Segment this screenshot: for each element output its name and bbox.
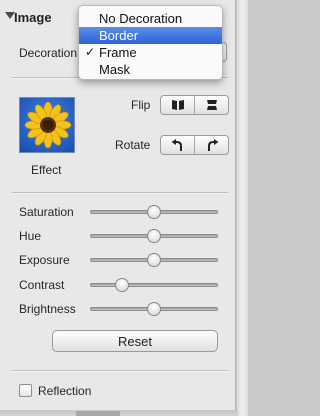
effect-label: Effect	[31, 163, 62, 177]
slider-knob[interactable]	[147, 229, 161, 243]
hue-slider[interactable]	[90, 228, 218, 244]
flip-vertical-icon	[206, 100, 217, 110]
checkmark-icon: ✓	[85, 45, 96, 59]
flip-horizontal-button[interactable]	[161, 96, 194, 114]
menu-item-no-decoration[interactable]: No Decoration	[79, 10, 222, 27]
decoration-menu: No Decoration Border ✓ Frame Mask	[78, 5, 223, 80]
divider	[12, 192, 228, 194]
slider-knob[interactable]	[115, 278, 129, 292]
reflection-checkbox[interactable]	[19, 384, 32, 397]
bottom-tab[interactable]	[76, 411, 120, 416]
contrast-label: Contrast	[19, 278, 65, 292]
rotate-label: Rotate	[115, 138, 151, 152]
decoration-label: Decoration	[19, 46, 78, 60]
brightness-label: Brightness	[19, 302, 76, 316]
contrast-slider[interactable]	[90, 277, 218, 293]
exposure-label: Exposure	[19, 253, 70, 267]
flip-horizontal-icon	[171, 100, 184, 110]
rotate-right-icon	[207, 138, 218, 151]
rotate-left-button[interactable]	[161, 136, 194, 154]
reset-button[interactable]: Reset	[52, 330, 218, 352]
menu-item-label: Frame	[99, 45, 137, 60]
image-inspector-panel: Image Decoration Effect Flip Rotate Satu…	[0, 0, 236, 410]
saturation-slider[interactable]	[90, 204, 218, 220]
divider	[12, 370, 228, 372]
menu-item-label: Mask	[99, 62, 131, 77]
reflection-label[interactable]: Reflection	[38, 384, 91, 398]
slider-knob[interactable]	[147, 253, 161, 267]
sunflower-icon	[20, 98, 74, 152]
section-title: Image	[14, 10, 52, 25]
hue-label: Hue	[19, 229, 42, 243]
rotate-left-icon	[171, 138, 182, 151]
flip-label: Flip	[131, 98, 151, 112]
rotate-right-button[interactable]	[194, 136, 228, 154]
bottom-bar	[0, 410, 236, 416]
effect-thumbnail[interactable]	[19, 97, 75, 153]
exposure-slider[interactable]	[90, 252, 218, 268]
saturation-label: Saturation	[19, 205, 74, 219]
menu-item-label: No Decoration	[99, 11, 183, 26]
slider-knob[interactable]	[147, 302, 161, 316]
menu-item-mask[interactable]: Mask	[79, 61, 222, 78]
slider-knob[interactable]	[147, 205, 161, 219]
flip-vertical-button[interactable]	[194, 96, 228, 114]
rotate-segmented-control[interactable]	[160, 135, 229, 155]
slider-track	[90, 283, 218, 287]
vertical-scrollbar[interactable]	[236, 0, 248, 416]
menu-item-label: Border	[99, 28, 139, 43]
brightness-slider[interactable]	[90, 301, 218, 317]
flip-segmented-control[interactable]	[160, 95, 229, 115]
menu-item-border[interactable]: Border	[79, 27, 222, 44]
menu-item-frame[interactable]: ✓ Frame	[79, 44, 222, 61]
